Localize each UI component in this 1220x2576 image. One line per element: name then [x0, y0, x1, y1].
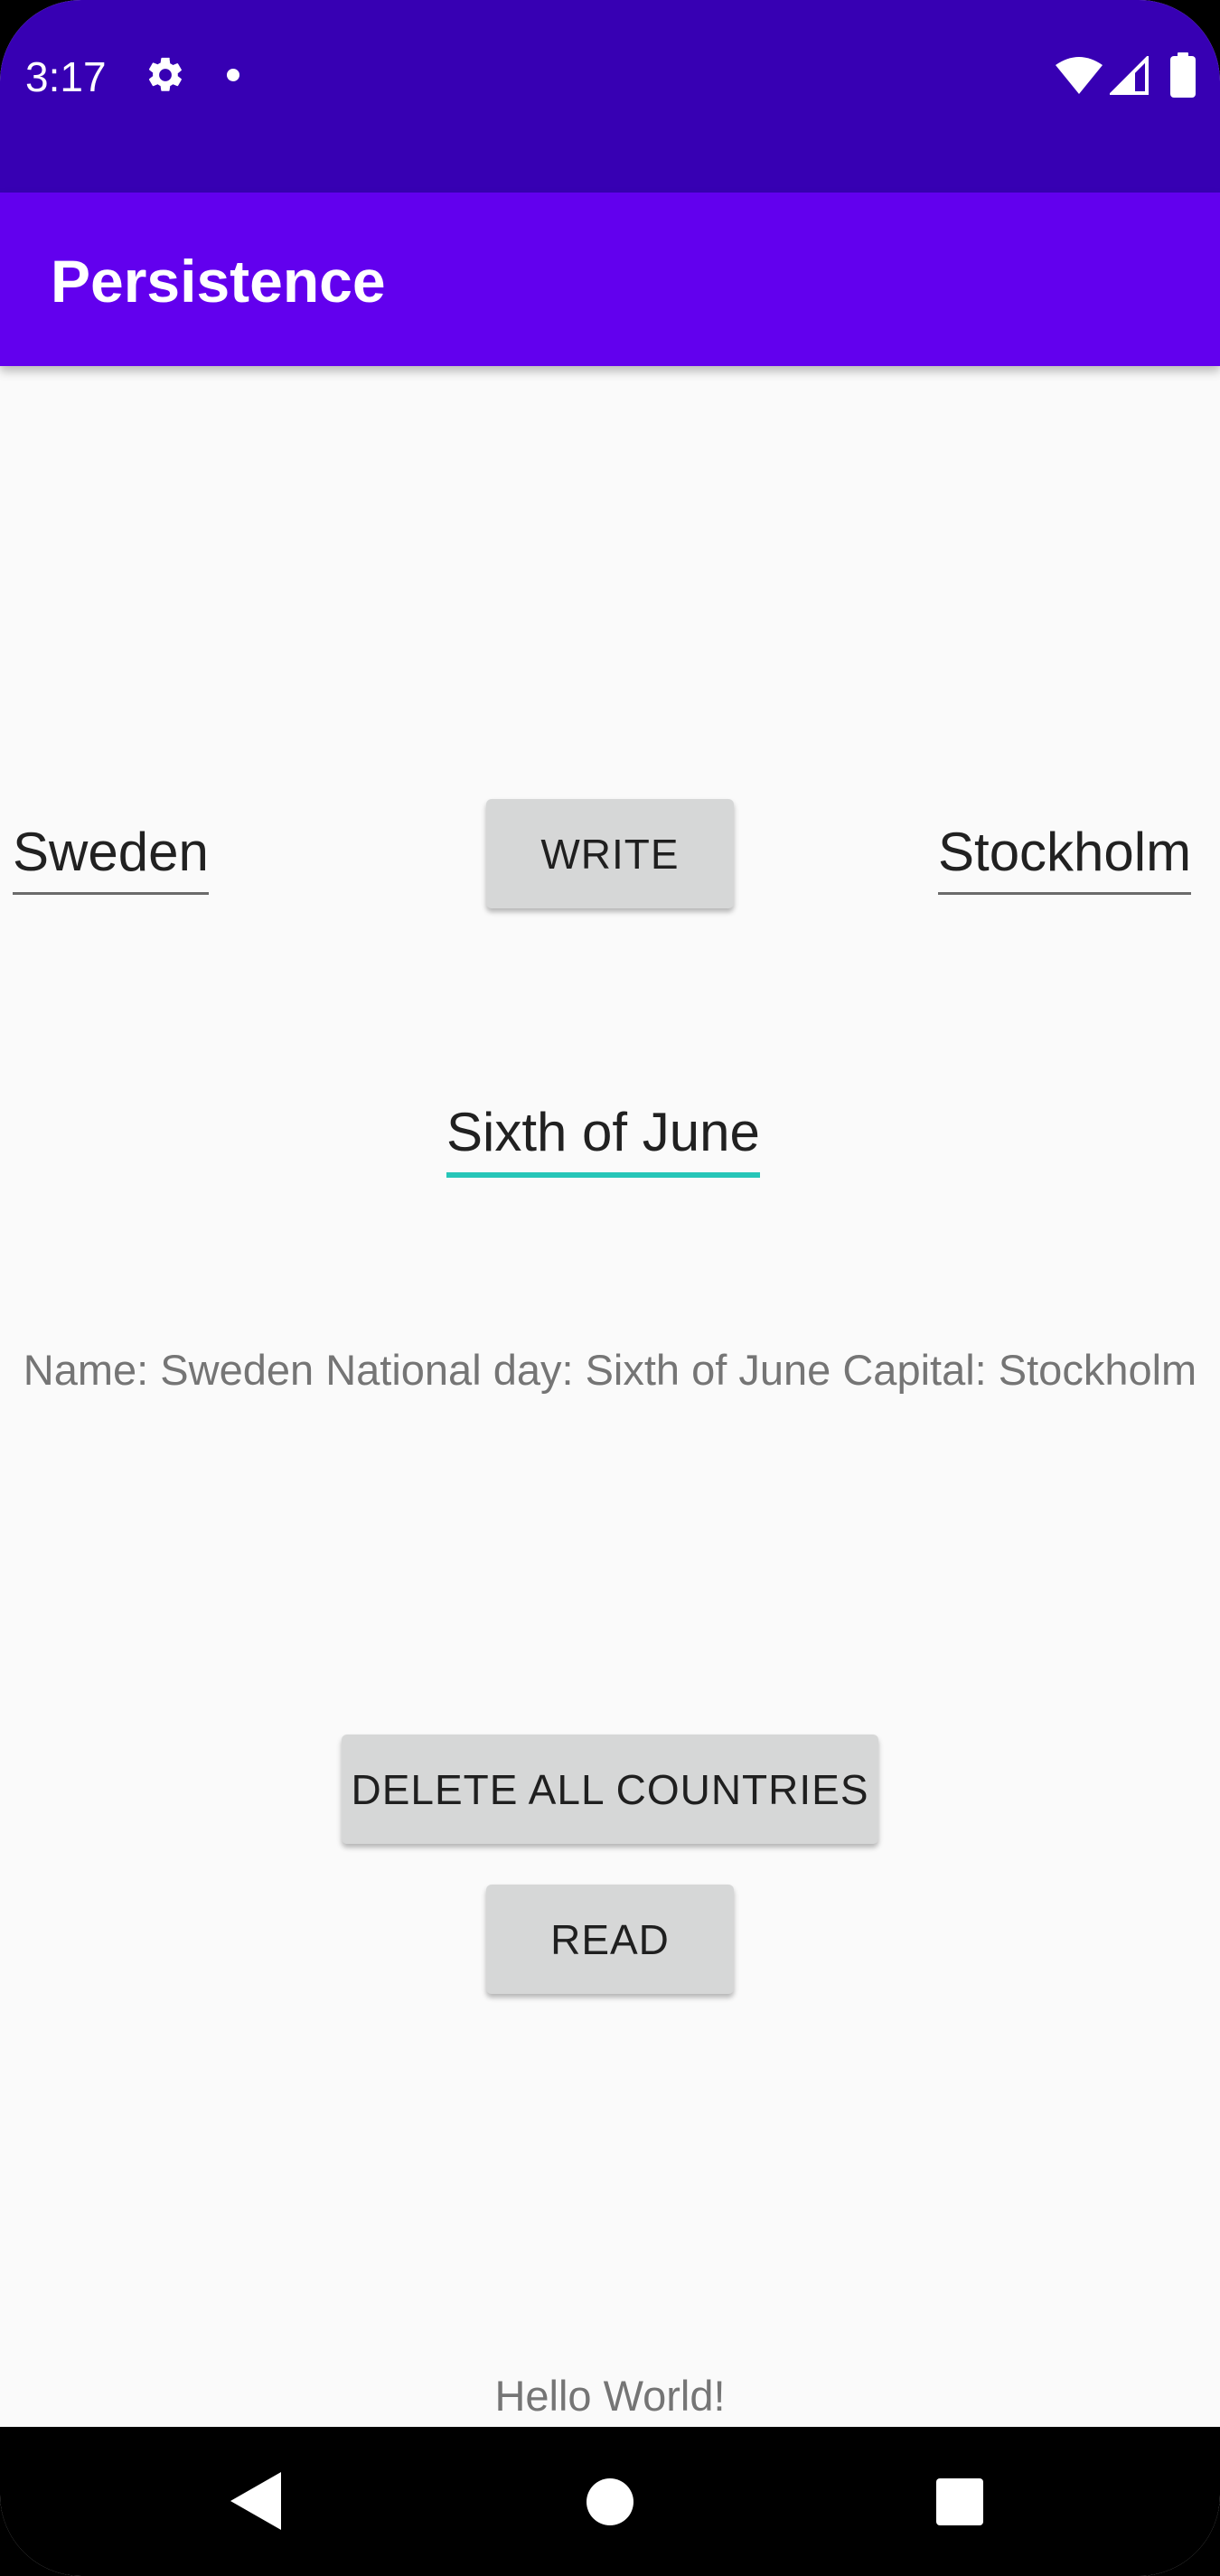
write-button[interactable]: WRITE	[486, 799, 734, 908]
wifi-icon	[1056, 56, 1103, 100]
hello-world-text: Hello World!	[494, 2372, 726, 2420]
delete-all-countries-button[interactable]: DELETE ALL COUNTRIES	[342, 1735, 878, 1844]
signal-icon	[1108, 54, 1150, 100]
main-content: Sweden WRITE Stockholm Sixth of June Nam…	[0, 366, 1220, 2427]
phone-screen: 3:17 Persistence Sweden WRITE Stockholm …	[0, 0, 1220, 2576]
battery-icon	[1170, 52, 1196, 102]
capital-field[interactable]: Stockholm	[938, 821, 1192, 895]
result-text: Name: Sweden National day: Sixth of June…	[23, 1346, 1197, 1394]
navigation-bar	[0, 2427, 1220, 2576]
recents-icon[interactable]	[936, 2478, 983, 2530]
home-icon[interactable]	[586, 2477, 634, 2531]
status-bar: 3:17	[0, 0, 1220, 193]
notification-dot-icon	[226, 68, 240, 87]
back-icon[interactable]	[230, 2472, 281, 2534]
status-time: 3:17	[25, 53, 107, 100]
gear-icon	[145, 54, 186, 100]
app-bar: Persistence	[0, 193, 1220, 366]
national-day-field[interactable]: Sixth of June	[446, 1101, 760, 1178]
read-button[interactable]: READ	[486, 1885, 734, 1994]
country-name-field[interactable]: Sweden	[13, 821, 209, 895]
app-title: Persistence	[51, 248, 386, 315]
